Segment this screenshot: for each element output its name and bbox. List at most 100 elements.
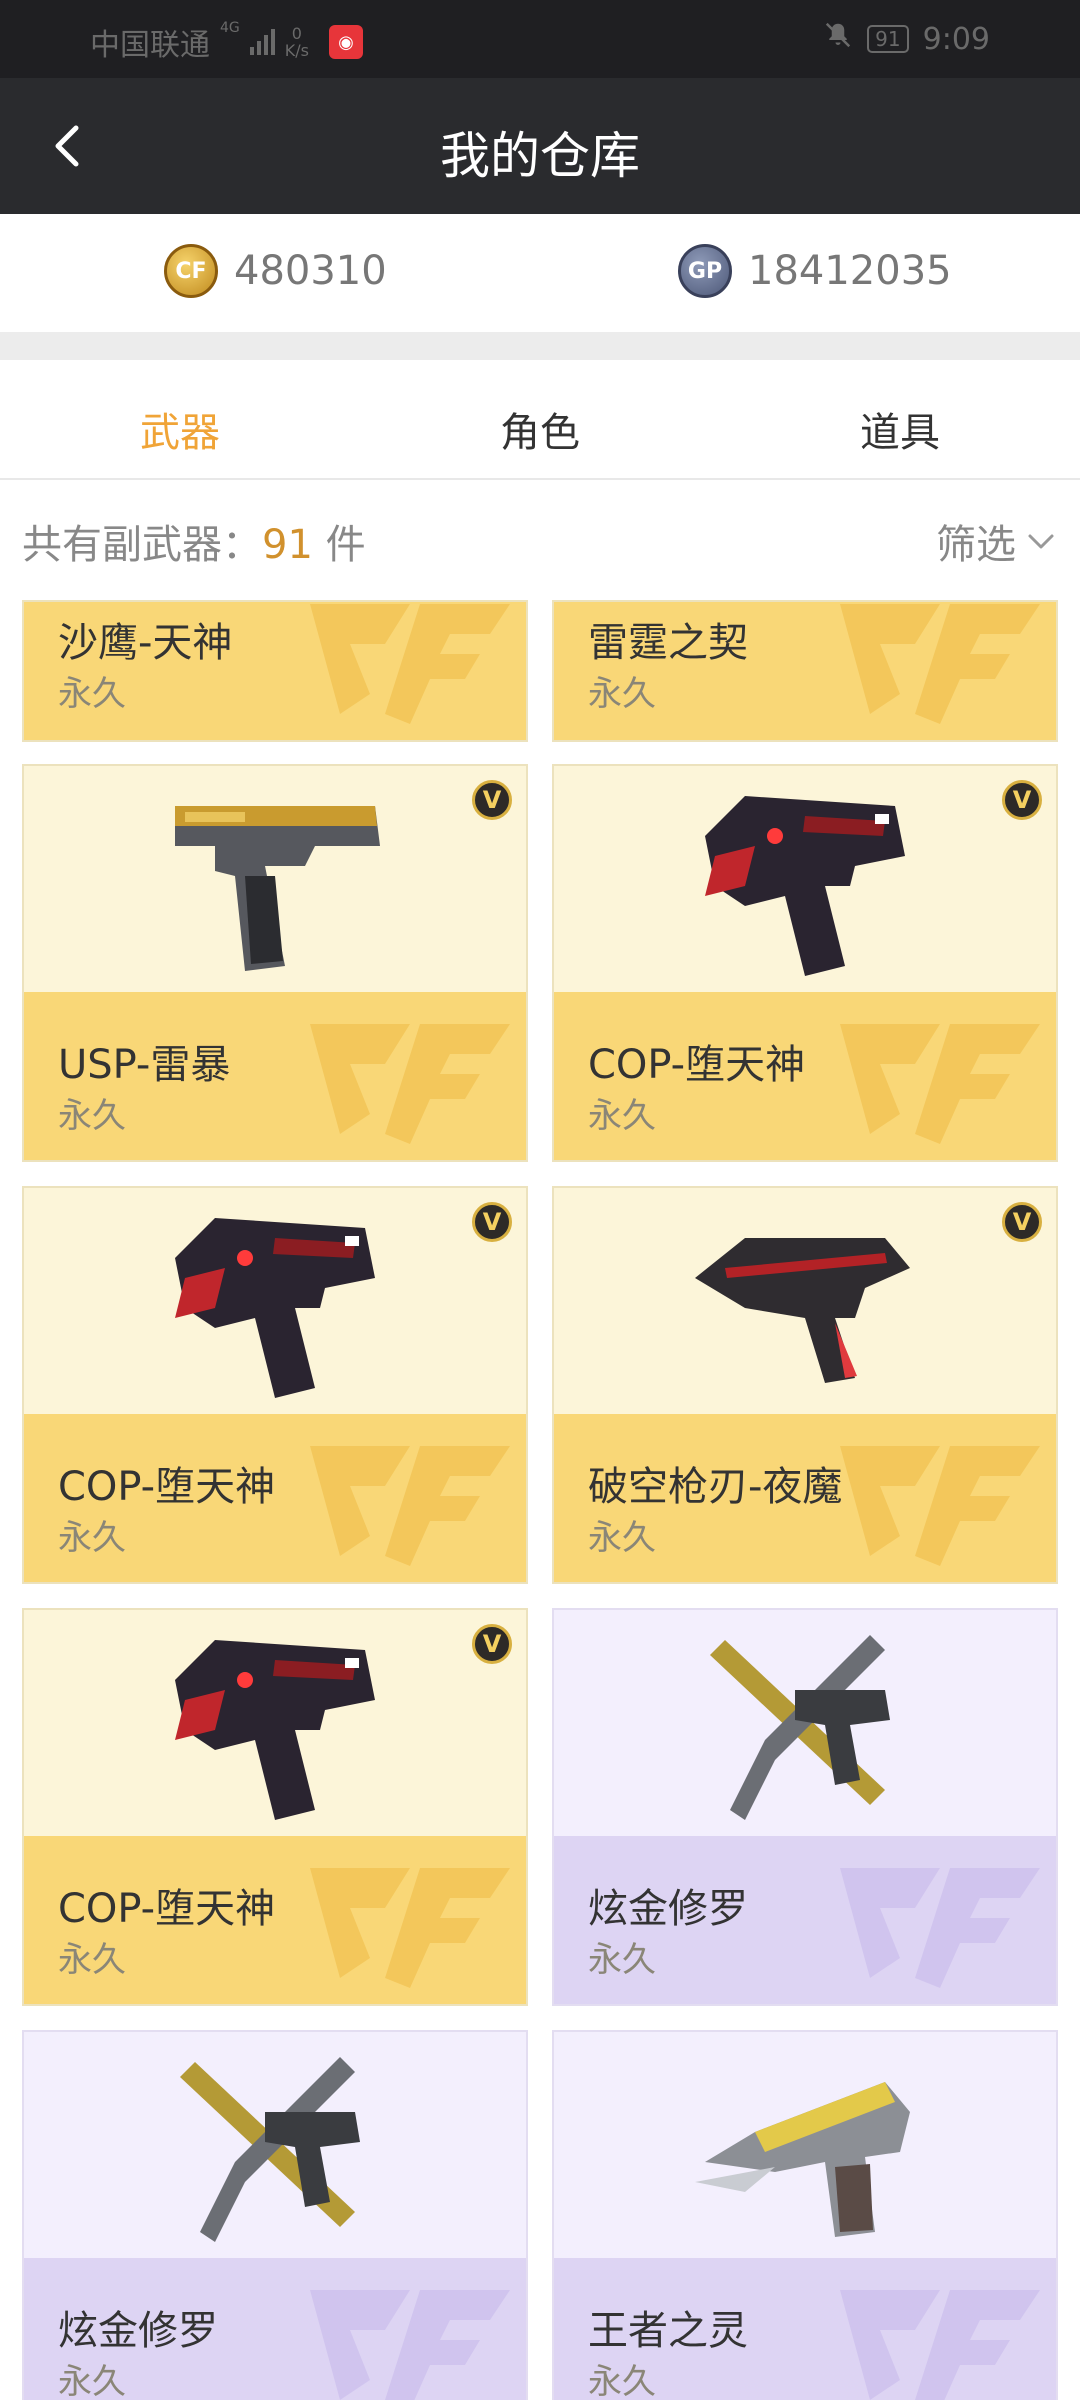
filter-button[interactable]: 筛选 [936, 512, 1058, 570]
weapon-card[interactable]: V COP-堕天神 永久 [552, 764, 1058, 1162]
mute-bell-icon [823, 20, 853, 58]
weapon-name: USP-雷暴 [58, 1042, 231, 1088]
weapon-image-area: V [554, 766, 1056, 994]
clock: 9:09 [922, 21, 990, 57]
weapon-card[interactable]: V 破空枪刃-夜魔 永久 [552, 1186, 1058, 1584]
cop-pistol-icon [175, 1640, 375, 1820]
vip-badge-icon: V [1002, 1202, 1042, 1242]
card-label-area: 沙鹰-天神 永久 [24, 602, 526, 740]
cf-watermark-icon [310, 604, 510, 724]
filter-label: 筛选 [936, 522, 1016, 568]
weapon-name: 炫金修罗 [588, 1886, 748, 1932]
card-label-area: COP-堕天神 永久 [24, 1414, 526, 1582]
weapon-duration: 永久 [588, 1518, 656, 1558]
weapon-name: COP-堕天神 [588, 1042, 806, 1088]
weapon-card[interactable]: 炫金修罗 永久 [22, 2030, 528, 2400]
network-speed: 0 K/s [285, 25, 309, 59]
cf-watermark-icon [310, 1446, 510, 1566]
gp-balance: GP 18412035 [678, 244, 952, 298]
weapon-image-area [554, 2032, 1056, 2260]
weapon-image-area [554, 1610, 1056, 1838]
weapon-duration: 永久 [588, 1096, 656, 1136]
cf-watermark-icon [840, 1446, 1040, 1566]
weapon-duration: 永久 [58, 2362, 126, 2400]
weapon-duration: 永久 [588, 1940, 656, 1980]
card-label-area: USP-雷暴 永久 [24, 992, 526, 1160]
weapon-name: COP-堕天神 [58, 1464, 276, 1510]
balance-bar: CF 480310 GP 18412035 [0, 214, 1080, 332]
weapon-card[interactable]: 炫金修罗 永久 [552, 1608, 1058, 2006]
status-bar: 中国联通 4G 0 K/s ◉ 91 9:09 [0, 0, 1080, 78]
weapon-image-area [24, 2032, 526, 2260]
category-tabs: 武器 角色 道具 [0, 360, 1080, 480]
weapon-image-area: V [24, 1188, 526, 1416]
crossed-pistols-icon [180, 2057, 360, 2242]
count-suffix: 件 [312, 522, 366, 568]
weapon-name: 王者之灵 [588, 2308, 748, 2354]
network-label: 4G [220, 20, 240, 36]
tab-characters[interactable]: 角色 [440, 400, 640, 458]
chevron-down-icon [1028, 534, 1054, 549]
cf-coin-icon: CF [164, 244, 218, 298]
card-label-area: 炫金修罗 永久 [24, 2258, 526, 2400]
weapon-card[interactable]: 沙鹰-天神 永久 [22, 600, 528, 742]
vip-badge-icon: V [472, 1624, 512, 1664]
card-label-area: 破空枪刃-夜魔 永久 [554, 1414, 1056, 1582]
gp-coin-icon: GP [678, 244, 732, 298]
count-prefix: 共有副武器： [22, 522, 262, 568]
card-label-area: 王者之灵 永久 [554, 2258, 1056, 2400]
card-label-area: 炫金修罗 永久 [554, 1836, 1056, 2004]
weapon-duration: 永久 [58, 1940, 126, 1980]
weapon-image-area: V [24, 766, 526, 994]
cf-watermark-icon [840, 1024, 1040, 1144]
count-number: 91 [262, 522, 313, 568]
weapon-name: 破空枪刃-夜魔 [588, 1464, 843, 1510]
vip-badge-icon: V [472, 780, 512, 820]
card-label-area: 雷霆之契 永久 [554, 602, 1056, 740]
weapon-duration: 永久 [58, 1518, 126, 1558]
cop-pistol-icon [705, 796, 905, 976]
weapon-image-area: V [24, 1610, 526, 1838]
vip-badge-icon: V [472, 1202, 512, 1242]
speed-unit: K/s [284, 41, 309, 60]
count-row: 共有副武器：91 件 筛选 [0, 482, 1080, 592]
vip-badge-icon: V [1002, 780, 1042, 820]
weapon-card[interactable]: V COP-堕天神 永久 [22, 1608, 528, 2006]
usp-pistol-icon [175, 806, 380, 971]
gun-blade-icon [695, 1238, 910, 1383]
cf-watermark-icon [840, 604, 1040, 724]
weapon-card[interactable]: 雷霆之契 永久 [552, 600, 1058, 742]
weapon-duration: 永久 [588, 674, 656, 714]
weapon-image-area: V [554, 1188, 1056, 1416]
desert-eagle-icon [695, 2082, 910, 2237]
tab-items[interactable]: 道具 [800, 400, 1000, 458]
weapon-name: 炫金修罗 [58, 2308, 218, 2354]
weapon-duration: 永久 [58, 1096, 126, 1136]
weapon-card[interactable]: V COP-堕天神 永久 [22, 1186, 528, 1584]
weapon-name: COP-堕天神 [58, 1886, 276, 1932]
carrier-label: 中国联通 [90, 28, 210, 63]
weapon-name: 雷霆之契 [588, 620, 748, 666]
weapon-name: 沙鹰-天神 [58, 620, 233, 666]
cf-watermark-icon [310, 1024, 510, 1144]
cf-watermark-icon [840, 2290, 1040, 2400]
cf-watermark-icon [840, 1868, 1040, 1988]
weapon-duration: 永久 [58, 674, 126, 714]
battery-indicator: 91 [867, 25, 909, 53]
weapon-card[interactable]: V USP-雷暴 永久 [22, 764, 528, 1162]
tab-weapons[interactable]: 武器 [80, 400, 280, 458]
cf-balance: CF 480310 [164, 244, 387, 298]
section-divider [0, 332, 1080, 360]
signal-icon [249, 29, 275, 55]
cop-pistol-icon [175, 1218, 375, 1398]
crossed-pistols-icon [710, 1635, 890, 1820]
gp-balance-value: 18412035 [748, 248, 952, 294]
item-count: 共有副武器：91 件 [22, 512, 366, 570]
cf-watermark-icon [310, 1868, 510, 1988]
weapon-card[interactable]: 王者之灵 永久 [552, 2030, 1058, 2400]
card-label-area: COP-堕天神 永久 [554, 992, 1056, 1160]
weapon-grid: 沙鹰-天神 永久 雷霆之契 永久 V USP-雷暴 永久 V COP-堕天神 永… [0, 600, 1080, 2400]
card-label-area: COP-堕天神 永久 [24, 1836, 526, 2004]
cf-watermark-icon [310, 2290, 510, 2400]
app-notification-icon: ◉ [328, 25, 363, 59]
